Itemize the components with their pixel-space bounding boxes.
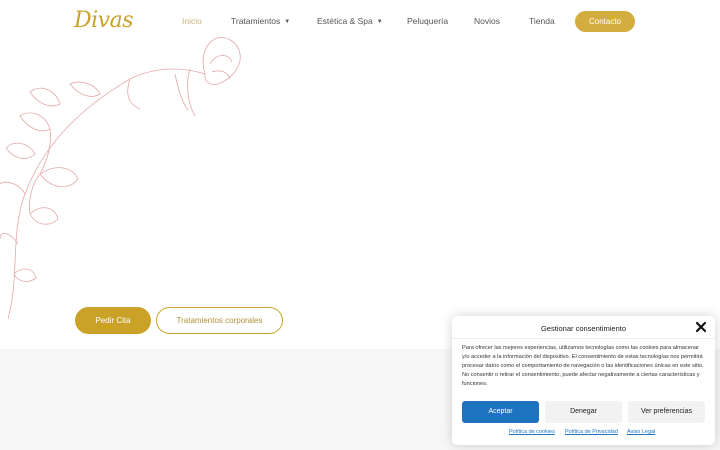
nav-item-peluqueria[interactable]: Peluquería xyxy=(407,16,448,26)
cookie-policy-link[interactable]: Política de cookies xyxy=(509,429,555,435)
cookie-consent-dialog: Gestionar consentimiento Para ofrecer la… xyxy=(452,316,715,445)
flower-illustration xyxy=(0,37,241,320)
legal-notice-link[interactable]: Aviso Legal xyxy=(627,429,655,435)
dialog-title: Gestionar consentimiento xyxy=(540,324,627,333)
chevron-down-icon: ▼ xyxy=(284,19,291,25)
nav-item-novios[interactable]: Novios xyxy=(474,16,500,26)
pedir-cita-button[interactable]: Pedir Cita xyxy=(75,307,151,334)
nav-item-label: Estética & Spa xyxy=(317,16,373,26)
tratamientos-corporales-button[interactable]: Tratamientos corporales xyxy=(156,307,283,334)
divider xyxy=(452,338,715,339)
dialog-body: Para ofrecer las mejores experiencias, u… xyxy=(462,345,704,387)
deny-button[interactable]: Denegar xyxy=(545,401,622,423)
nav-item-tienda[interactable]: Tienda xyxy=(529,16,555,26)
privacy-policy-link[interactable]: Política de Privacidad xyxy=(565,429,618,435)
preferences-button[interactable]: Ver preferencias xyxy=(628,401,705,423)
close-icon[interactable] xyxy=(694,320,708,334)
nav-item-tratamientos[interactable]: Tratamientos ▼ xyxy=(231,16,290,26)
nav-item-label: Tratamientos xyxy=(231,16,281,26)
contact-button[interactable]: Contacto xyxy=(575,11,635,32)
chevron-down-icon: ▼ xyxy=(376,19,383,25)
nav-item-inicio[interactable]: Inicio xyxy=(182,16,202,26)
accept-button[interactable]: Aceptar xyxy=(462,401,539,423)
nav-item-estetica-spa[interactable]: Estética & Spa ▼ xyxy=(317,16,383,26)
